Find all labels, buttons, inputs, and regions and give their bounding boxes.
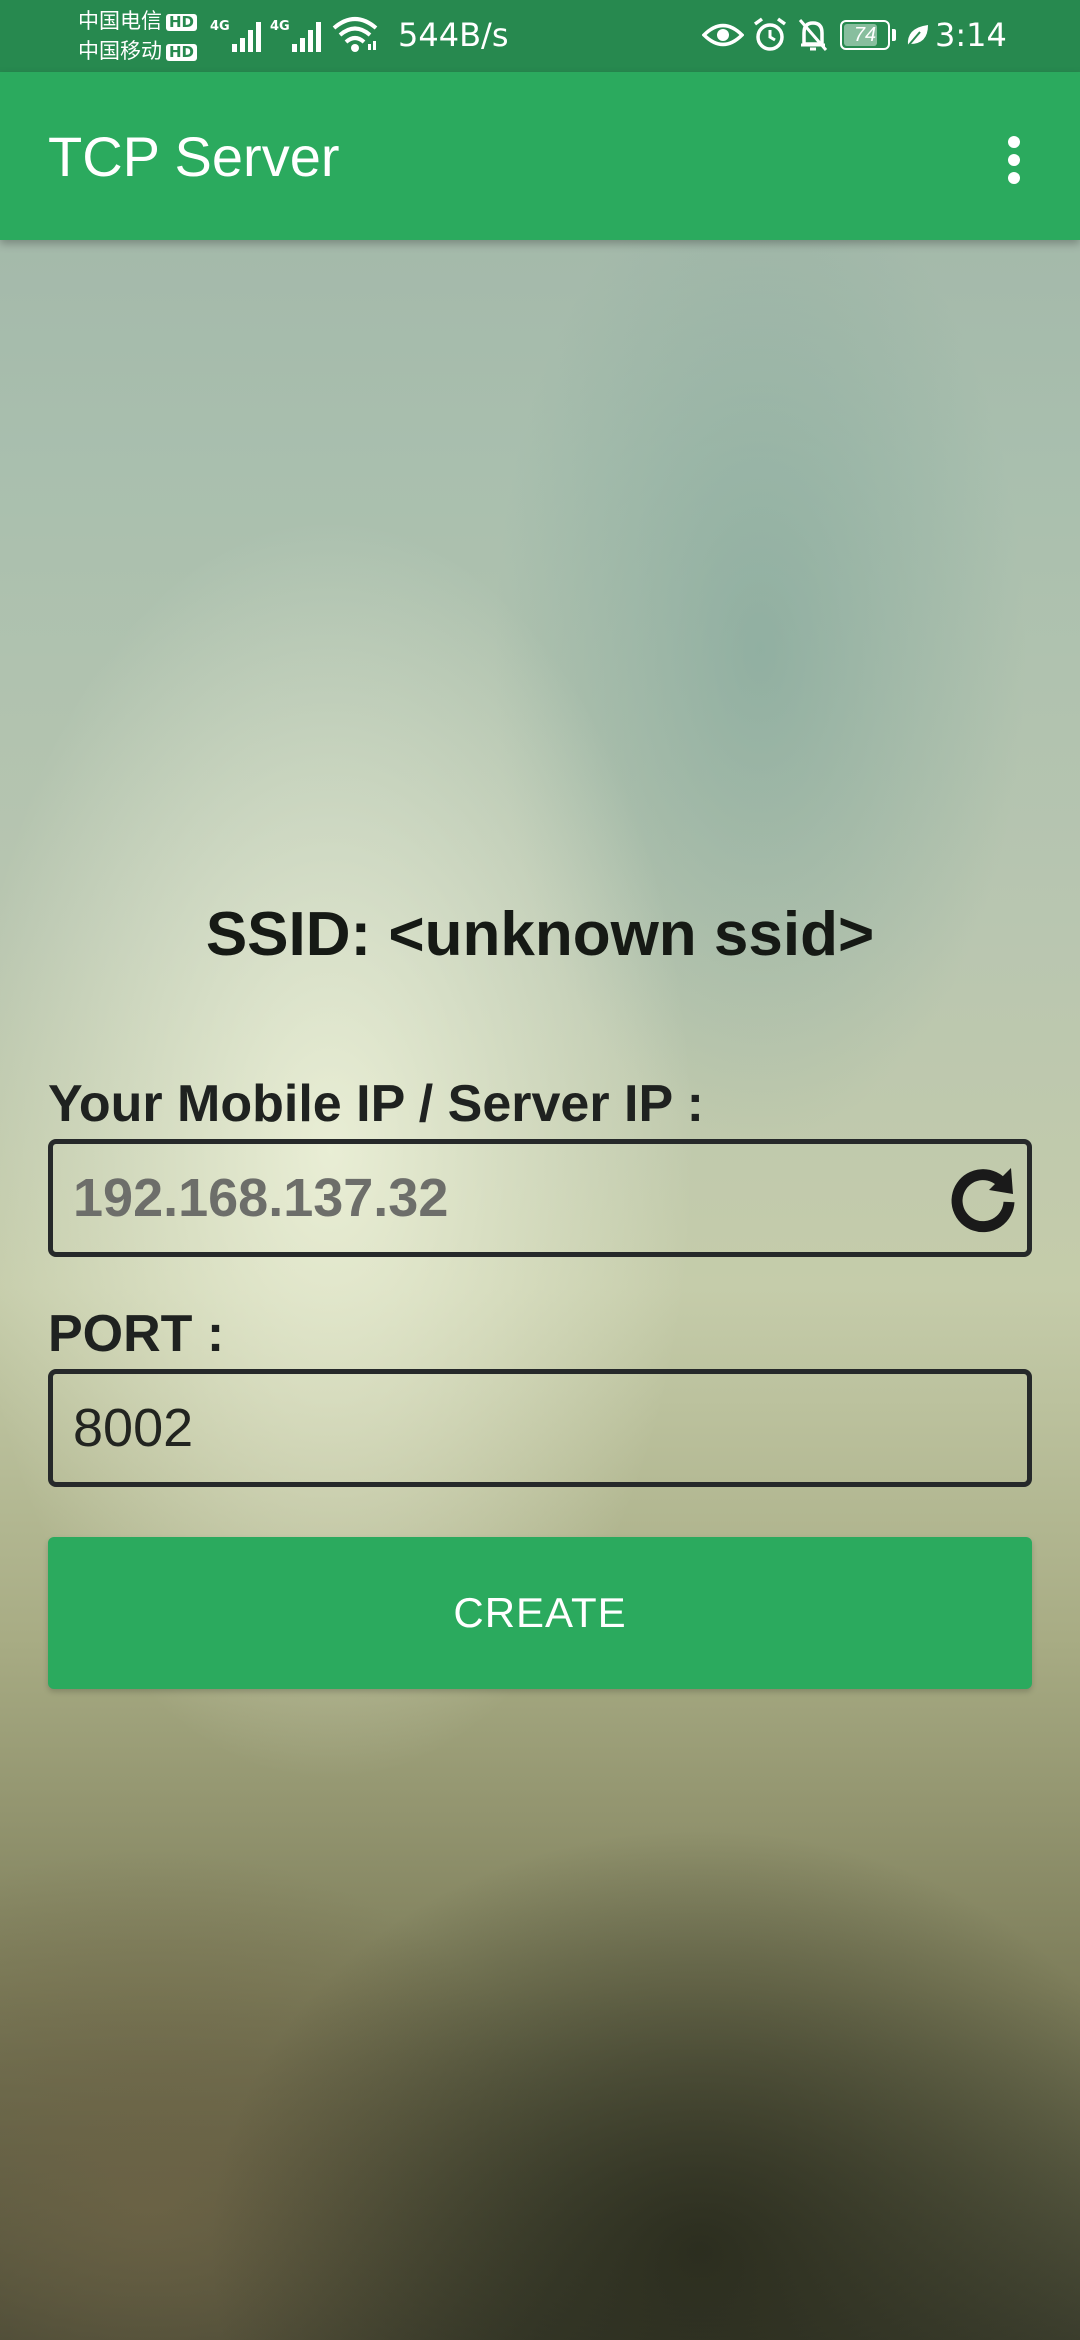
- more-vert-icon[interactable]: [998, 128, 1030, 192]
- leaf-icon: [907, 25, 928, 47]
- signal-strength-icon: 4G: [270, 19, 321, 52]
- menu-dot: [1008, 172, 1020, 184]
- bell-muted-icon: [798, 19, 828, 51]
- port-field-box: [48, 1369, 1032, 1487]
- battery-level: 74: [853, 24, 877, 46]
- create-button[interactable]: CREATE: [48, 1537, 1032, 1689]
- screen: 中国电信 HD 中国移动 HD 4G 4G 544B/s 74 3:14 TCP…: [0, 0, 1080, 2340]
- hd-badge: HD: [166, 43, 198, 61]
- carrier-2-label: 中国移动: [78, 39, 162, 63]
- alarm-icon: [753, 17, 787, 51]
- network-speed: 544B/s: [398, 16, 509, 54]
- refresh-icon[interactable]: [943, 1158, 1023, 1238]
- status-bar: 中国电信 HD 中国移动 HD 4G 4G 544B/s 74 3:14: [0, 0, 1080, 72]
- port-input[interactable]: [73, 1374, 953, 1482]
- app-title: TCP Server: [48, 125, 340, 188]
- clock-time: 3:14: [935, 16, 1007, 54]
- network-type-label: 4G: [270, 19, 290, 34]
- carrier-row-1: 中国电信 HD: [78, 6, 198, 36]
- menu-dot: [1008, 154, 1020, 166]
- wifi-icon: [332, 17, 378, 52]
- eye-icon: [702, 23, 744, 47]
- signal-strength-icon: 4G: [210, 19, 261, 52]
- ssid-text: SSID: <unknown ssid>: [205, 900, 875, 969]
- network-type-label: 4G: [210, 19, 230, 34]
- menu-dot: [1008, 136, 1020, 148]
- carrier-1-label: 中国电信: [78, 9, 162, 33]
- battery-cap: [892, 29, 896, 41]
- battery-icon: 74: [840, 20, 890, 50]
- hd-badge: HD: [166, 13, 198, 31]
- carrier-info: 中国电信 HD 中国移动 HD: [78, 6, 198, 66]
- ip-field-box: [48, 1139, 1032, 1257]
- app-bar: TCP Server: [0, 72, 1080, 240]
- ip-label: Your Mobile IP / Server IP :: [48, 1075, 704, 1133]
- carrier-row-2: 中国移动 HD: [78, 36, 198, 66]
- ip-input[interactable]: [73, 1144, 953, 1252]
- port-label: PORT :: [48, 1305, 225, 1363]
